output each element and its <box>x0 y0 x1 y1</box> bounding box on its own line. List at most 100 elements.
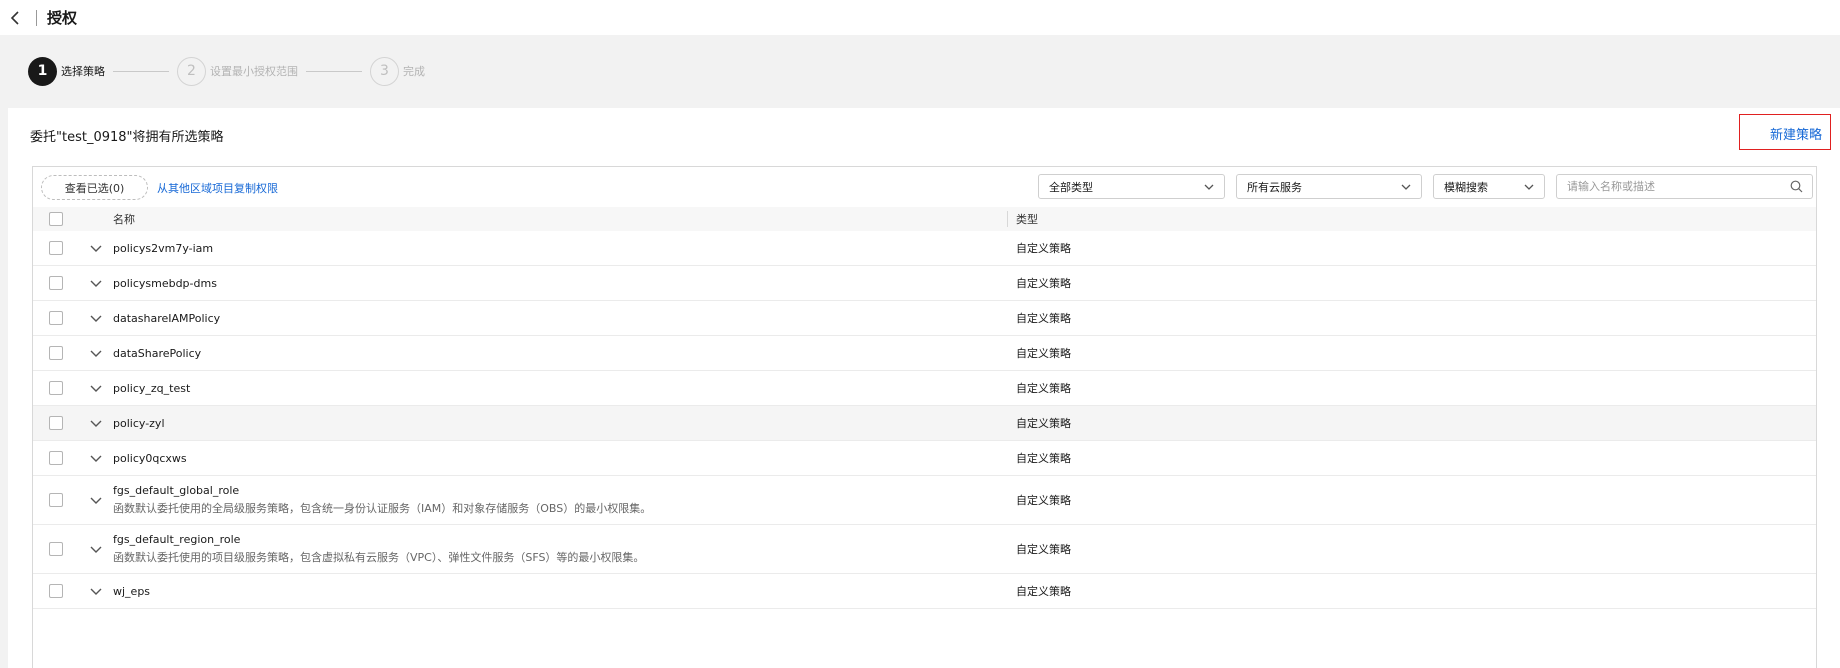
search-icon[interactable] <box>1790 180 1803 193</box>
policy-name-cell: policy0qcxws <box>113 452 1006 465</box>
row-expand-cell <box>79 241 113 255</box>
expand-chevron-icon[interactable] <box>89 542 103 556</box>
row-checkbox[interactable] <box>49 584 63 598</box>
step-1-number: 1 <box>28 56 57 86</box>
table-row[interactable]: policysmebdp-dms 自定义策略 <box>33 266 1816 301</box>
policy-name-cell: policys2vm7y-iam <box>113 242 1006 255</box>
expand-chevron-icon[interactable] <box>89 416 103 430</box>
expand-chevron-icon[interactable] <box>89 276 103 290</box>
table-row[interactable]: policy-zyl 自定义策略 <box>33 406 1816 441</box>
top-bar: 授权 <box>0 0 1840 35</box>
policy-name-cell: policysmebdp-dms <box>113 277 1006 290</box>
row-checkbox[interactable] <box>49 381 63 395</box>
policy-type-cell: 自定义策略 <box>1016 277 1071 290</box>
row-checkbox-cell <box>33 311 79 325</box>
table-row[interactable]: dataSharePolicy 自定义策略 <box>33 336 1816 371</box>
policy-type-cell: 自定义策略 <box>1016 585 1071 598</box>
panel-description: 委托"test_0918"将拥有所选策略 <box>30 130 224 145</box>
table-row[interactable]: policy_zq_test 自定义策略 <box>33 371 1816 406</box>
row-checkbox-cell <box>33 381 79 395</box>
row-checkbox-cell <box>33 346 79 360</box>
step-1-label: 选择策略 <box>61 65 105 78</box>
row-checkbox-cell <box>33 416 79 430</box>
policy-name: policy0qcxws <box>113 451 187 465</box>
policy-name: policys2vm7y-iam <box>113 241 214 255</box>
policy-name: dataSharePolicy <box>113 346 202 360</box>
row-checkbox[interactable] <box>49 346 63 360</box>
policy-type-cell: 自定义策略 <box>1016 417 1071 430</box>
row-expand-cell <box>79 493 113 507</box>
row-checkbox-cell <box>33 241 79 255</box>
service-filter-select[interactable]: 所有云服务 <box>1236 174 1422 199</box>
search-mode-select[interactable]: 模糊搜索 <box>1433 174 1545 199</box>
type-filter-value: 全部类型 <box>1049 180 1093 194</box>
row-checkbox-cell <box>33 542 79 556</box>
page-title: 授权 <box>47 9 78 27</box>
copy-permissions-link[interactable]: 从其他区域项目复制权限 <box>157 180 278 196</box>
type-filter-select[interactable]: 全部类型 <box>1038 174 1225 199</box>
policy-name-cell: wj_eps <box>113 585 1006 598</box>
row-checkbox[interactable] <box>49 493 63 507</box>
select-all-cell <box>33 212 79 226</box>
new-policy-link[interactable]: 新建策略 <box>1739 114 1831 150</box>
step-1: 1 选择策略 <box>28 56 105 86</box>
policy-name-cell: datashareIAMPolicy <box>113 312 1006 325</box>
expand-chevron-icon[interactable] <box>89 451 103 465</box>
title-divider <box>36 9 37 26</box>
row-checkbox[interactable] <box>49 276 63 290</box>
row-checkbox[interactable] <box>49 311 63 325</box>
step-indicator: 1 选择策略 2 设置最小授权范围 3 完成 <box>28 56 425 86</box>
table-row[interactable]: policy0qcxws 自定义策略 <box>33 441 1816 476</box>
row-checkbox-cell <box>33 584 79 598</box>
row-checkbox-cell <box>33 493 79 507</box>
table-row[interactable]: policys2vm7y-iam 自定义策略 <box>33 231 1816 266</box>
chevron-down-icon <box>1524 184 1534 190</box>
chevron-down-icon <box>1204 184 1214 190</box>
search-mode-value: 模糊搜索 <box>1444 180 1488 194</box>
row-expand-cell <box>79 451 113 465</box>
row-checkbox[interactable] <box>49 451 63 465</box>
row-expand-cell <box>79 276 113 290</box>
policy-name-cell: fgs_default_global_role 函数默认委托使用的全局级服务策略，… <box>113 484 1006 516</box>
expand-chevron-icon[interactable] <box>89 584 103 598</box>
policy-name-cell: dataSharePolicy <box>113 347 1006 360</box>
row-expand-cell <box>79 584 113 598</box>
policy-name-cell: fgs_default_region_role 函数默认委托使用的项目级服务策略，… <box>113 533 1006 565</box>
policy-type-cell: 自定义策略 <box>1016 494 1071 507</box>
expand-chevron-icon[interactable] <box>89 493 103 507</box>
step-connector <box>306 70 362 72</box>
policy-table: 查看已选(0) 从其他区域项目复制权限 全部类型 所有云服务 模糊搜索 请输入名… <box>32 166 1817 668</box>
search-box <box>1556 174 1813 199</box>
step-2-label: 设置最小授权范围 <box>210 65 298 78</box>
row-checkbox[interactable] <box>49 542 63 556</box>
type-column-header: 类型 <box>1016 213 1038 226</box>
step-3-label: 完成 <box>403 65 425 78</box>
policy-type-cell: 自定义策略 <box>1016 543 1071 556</box>
policy-type-cell: 自定义策略 <box>1016 347 1071 360</box>
select-all-checkbox[interactable] <box>49 212 63 226</box>
policy-name-cell: policy_zq_test <box>113 382 1006 395</box>
table-row[interactable]: wj_eps 自定义策略 <box>33 574 1816 609</box>
row-expand-cell <box>79 381 113 395</box>
table-row[interactable]: datashareIAMPolicy 自定义策略 <box>33 301 1816 336</box>
table-row[interactable]: fgs_default_global_role 函数默认委托使用的全局级服务策略，… <box>33 476 1816 525</box>
policy-name: datashareIAMPolicy <box>113 311 221 325</box>
row-expand-cell <box>79 542 113 556</box>
policy-name: fgs_default_global_role <box>113 484 240 497</box>
row-checkbox[interactable] <box>49 416 63 430</box>
back-arrow-icon <box>10 10 19 25</box>
expand-chevron-icon[interactable] <box>89 311 103 325</box>
expand-chevron-icon[interactable] <box>89 381 103 395</box>
policy-name: policy-zyl <box>113 416 165 430</box>
search-input[interactable] <box>1557 175 1777 198</box>
service-filter-value: 所有云服务 <box>1247 180 1302 194</box>
table-header: 名称 类型 <box>33 207 1816 231</box>
back-button[interactable] <box>4 6 26 30</box>
table-body: policys2vm7y-iam 自定义策略 policysmebdp-dms 自定义… <box>33 231 1816 609</box>
policy-type-cell: 自定义策略 <box>1016 452 1071 465</box>
row-checkbox[interactable] <box>49 241 63 255</box>
view-selected-button[interactable]: 查看已选(0) <box>41 175 148 200</box>
expand-chevron-icon[interactable] <box>89 346 103 360</box>
expand-chevron-icon[interactable] <box>89 241 103 255</box>
table-row[interactable]: fgs_default_region_role 函数默认委托使用的项目级服务策略，… <box>33 525 1816 574</box>
